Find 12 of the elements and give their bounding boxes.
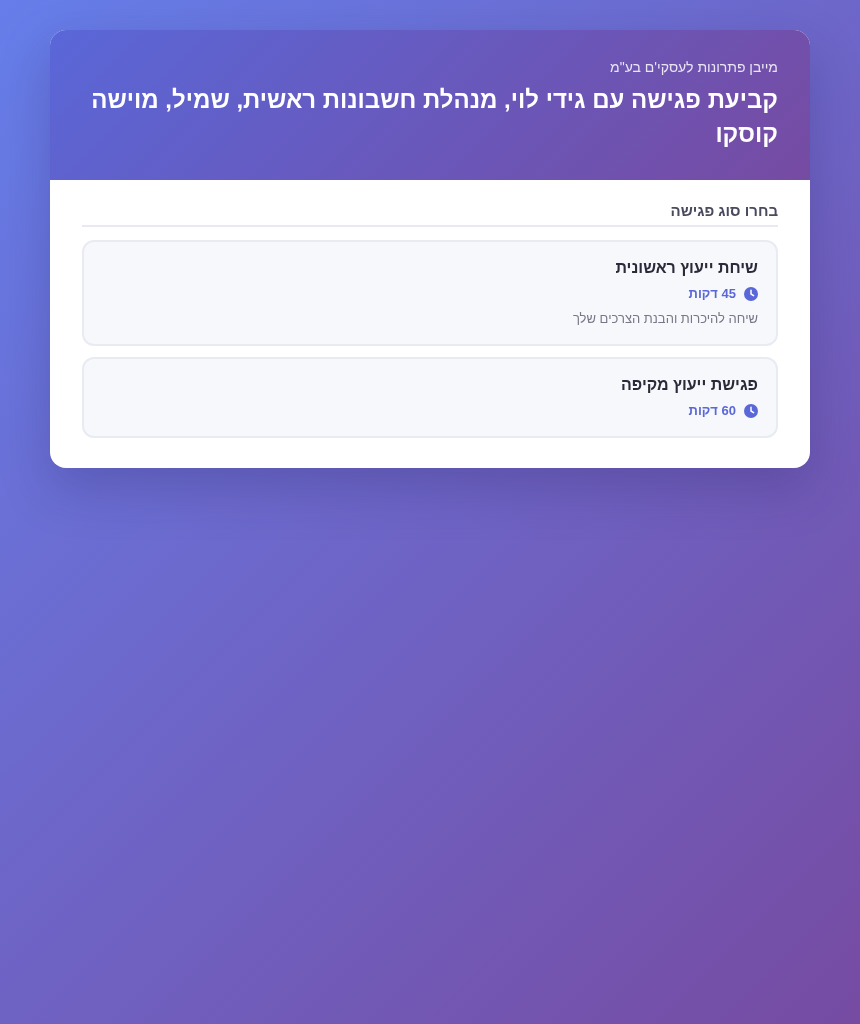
page-title: קביעת פגישה עם גידי לוי, מנהלת חשבונות ראשית, שמיל, מוישה קוסקו — [90, 85, 778, 149]
clock-icon — [744, 286, 758, 301]
duration-label: 45 דקות — [688, 286, 736, 301]
section-heading: בחרו סוג פגישה — [82, 202, 778, 227]
meeting-type-option[interactable]: שיחת ייעוץ ראשונית 45 דקות שיחה להיכרות והבנת הצרכים שלך — [82, 240, 778, 346]
clock-icon — [744, 403, 758, 418]
meeting-name: פגישת ייעוץ מקיפה — [620, 376, 758, 394]
duration-label: 60 דקות — [688, 403, 736, 418]
meeting-name: שיחת ייעוץ ראשונית — [615, 259, 758, 277]
meeting-type-option[interactable]: פגישת ייעוץ מקיפה 60 דקות — [82, 357, 778, 438]
meeting-description: שיחה להיכרות והבנת הצרכים שלך — [572, 311, 758, 326]
company-name: מייבן פתרונות לעסקי'ם בע"מ — [610, 59, 778, 75]
